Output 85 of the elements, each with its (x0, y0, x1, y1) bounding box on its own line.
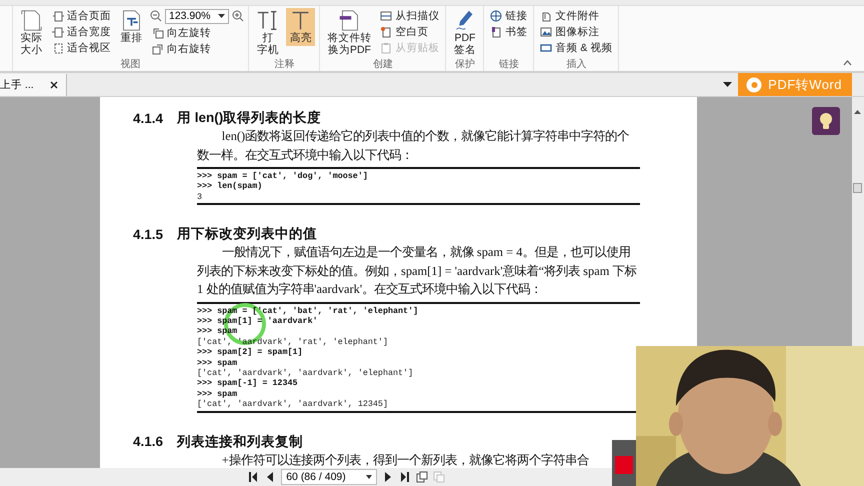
first-page-icon (247, 471, 260, 483)
page-field[interactable]: 60 (86 / 409) (281, 469, 377, 485)
image-icon (540, 26, 552, 38)
fit-width-icon (52, 26, 64, 38)
ribbon-button[interactable]: 将文件转 换为PDF (324, 8, 374, 57)
ribbon-button[interactable]: 空白页 (378, 24, 442, 39)
fit-view-icon (52, 42, 64, 54)
fit-page-icon (52, 10, 64, 22)
ribbon-button[interactable]: 适合宽度 (50, 24, 113, 39)
ribbon-button[interactable]: PDF 签名 (450, 8, 480, 57)
ribbon-button[interactable]: 向右旋转 (150, 41, 244, 56)
page-icon (20, 9, 43, 32)
ribbon-button[interactable]: 链接 (488, 8, 530, 23)
lightbulb-icon (819, 112, 833, 130)
globe-icon (490, 10, 502, 22)
group-label: 插入 (565, 59, 588, 71)
first-page-button[interactable] (247, 471, 260, 483)
bookmark-icon (490, 26, 502, 38)
scroll-up-icon (854, 110, 861, 114)
zoom-out-icon (150, 10, 162, 22)
clipboard-icon (380, 42, 392, 54)
rotate-right-icon (152, 42, 164, 54)
ribbon-button[interactable]: 实际 大小 (17, 8, 46, 57)
paragraph: +操作符可以连接两个列表，得到一个新列表，就像它将两个字符串合 (220, 452, 589, 469)
screen-icon (540, 42, 552, 54)
zoom-in-button[interactable] (232, 10, 244, 22)
code-line: >>> spam[2] = spam[1] (197, 347, 304, 358)
section-title: 用下标改变列表中的值 (177, 225, 317, 244)
code-line: ['cat', 'aardvark', 'aardvark', 'elephant'] (197, 368, 414, 378)
ribbon-button[interactable]: 音频 & 视频 (538, 40, 614, 55)
tips-button[interactable] (812, 107, 840, 135)
ribbon-button[interactable]: 图像标注 (538, 24, 614, 39)
ribbon-button[interactable]: 文件附件 (538, 8, 614, 23)
scrollbar-thumb[interactable] (853, 183, 862, 193)
last-page-button[interactable] (398, 471, 411, 483)
next-view-icon (432, 471, 445, 483)
zoom-in-icon (232, 10, 244, 22)
group-label: 创建 (372, 59, 394, 71)
ribbon-button[interactable]: 从扫描仪 (378, 8, 442, 23)
logo-icon (746, 76, 762, 92)
paragraph: len()函数将返回传递给它的列表中值的个数，就像它能计算字符串中字符的个数一样。在交互式环境中输入以下代码： (197, 128, 630, 164)
zoom-out-button[interactable] (150, 10, 162, 22)
scrollbar[interactable] (852, 97, 864, 347)
ribbon-button[interactable]: 重排 (117, 8, 146, 46)
group-label: 视图 (120, 59, 142, 71)
tab-label: 上手 ... (0, 78, 34, 92)
typewriter-icon (256, 9, 280, 32)
last-page-icon (398, 471, 411, 483)
section-number: 4.1.5 (133, 226, 164, 242)
code-line: >>> spam (197, 388, 238, 400)
paragraph: 一般情况下，赋值语句左边是一个变量名，就像 spam = 4。但是，也可以使用列表的下标来改变下标处的值。例如，spam[1] = 'aardvark'意味着“将列表 spam 下标 1 处的值赋值为字符串'aardvark'。在交互式环境中输入以下代码： (197, 244, 638, 298)
section-number: 4.1.4 (133, 110, 164, 126)
ribbon-button[interactable]: 书签 (488, 24, 530, 39)
collapse-icon (843, 60, 852, 66)
zoom-field[interactable]: 123.90% (165, 8, 230, 24)
ribbon-button[interactable]: 打 字机 (253, 8, 282, 57)
previous-view-icon (416, 471, 428, 483)
group-label: 保护 (454, 59, 476, 71)
ribbon-button[interactable]: 适合页面 (50, 8, 113, 23)
ribbon-button[interactable]: 适合视区 (50, 40, 113, 55)
page-lines-icon (120, 9, 143, 32)
rotate-left-icon (152, 26, 164, 38)
section-title: 用 len()取得列表的长度 (177, 109, 322, 127)
code-line: >>> spam (197, 358, 238, 368)
caret-icon (723, 82, 732, 87)
group-label: 注释 (273, 59, 296, 71)
close-icon (50, 81, 58, 89)
caret-icon (366, 475, 372, 479)
scanner-icon (380, 10, 392, 22)
previous-view-button[interactable] (416, 471, 428, 483)
code-line: >>> spam[-1] = 12345 (197, 378, 299, 389)
ribbon-button[interactable]: 向左旋转 (150, 25, 244, 40)
document-tab[interactable]: 上手 ... (0, 74, 67, 96)
section-title: 列表连接和列表复制 (177, 432, 303, 451)
caret-icon (218, 14, 226, 18)
blank-page-icon (380, 26, 392, 38)
group-label: 链接 (498, 59, 520, 71)
code-line: >>> spam = ['cat', 'dog', 'moose'] (197, 171, 369, 182)
code-line: 3 (197, 192, 204, 202)
code-line: >>> len(spam) (197, 181, 264, 192)
pdf-page-icon (338, 9, 361, 32)
section-number: 4.1.6 (133, 434, 164, 450)
ribbon-button[interactable]: 高亮 (286, 8, 316, 46)
attachment-icon (540, 10, 552, 22)
code-line: ['cat', 'aardvark', 'aardvark', 12345] (197, 399, 389, 410)
